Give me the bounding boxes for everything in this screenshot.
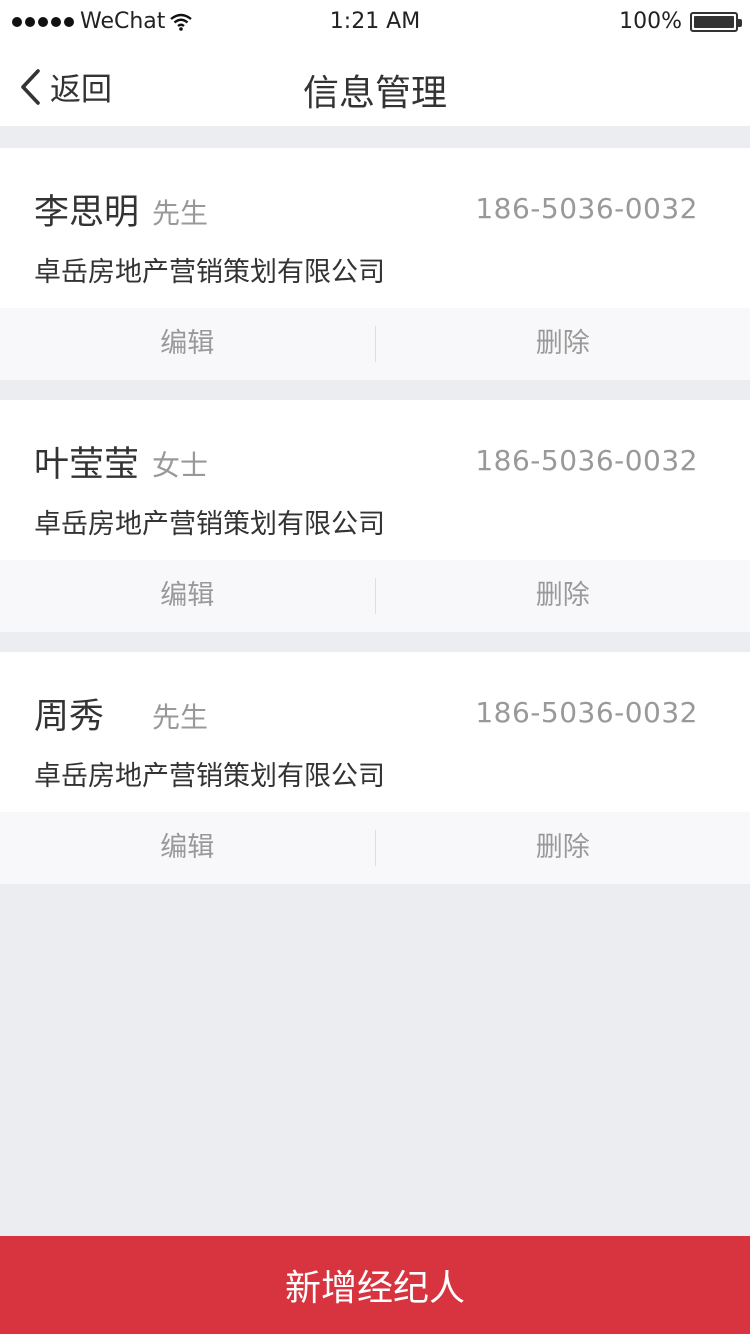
edit-button[interactable]: 编辑 xyxy=(0,812,375,884)
agent-card: 周秀 先生 186-5036-0032 卓岳房地产营销策划有限公司 编辑 删除 xyxy=(0,652,750,884)
edit-button[interactable]: 编辑 xyxy=(0,308,375,380)
agent-company: 卓岳房地产营销策划有限公司 xyxy=(34,761,385,792)
agent-card: 李思明 先生 186-5036-0032 卓岳房地产营销策划有限公司 编辑 删除 xyxy=(0,148,750,380)
status-bar-right: 100% xyxy=(619,9,742,34)
delete-button[interactable]: 删除 xyxy=(376,560,750,632)
delete-button[interactable]: 删除 xyxy=(376,308,750,380)
agent-salutation: 先生 xyxy=(152,701,209,734)
card-actions: 编辑 删除 xyxy=(0,308,750,380)
agent-name: 李思明 xyxy=(34,193,140,233)
agent-card: 叶莹莹 女士 186-5036-0032 卓岳房地产营销策划有限公司 编辑 删除 xyxy=(0,400,750,632)
agent-name: 叶莹莹 xyxy=(34,445,140,485)
battery-percent: 100% xyxy=(619,9,682,34)
back-label: 返回 xyxy=(50,72,112,108)
agent-phone: 186-5036-0032 xyxy=(475,444,698,477)
agent-phone: 186-5036-0032 xyxy=(475,192,698,225)
battery-icon xyxy=(690,11,742,32)
agent-phone: 186-5036-0032 xyxy=(475,696,698,729)
page-title: 信息管理 xyxy=(302,73,447,114)
chevron-left-icon xyxy=(21,68,40,105)
agent-company: 卓岳房地产营销策划有限公司 xyxy=(34,509,385,540)
agent-salutation: 女士 xyxy=(152,449,209,482)
nav-bar: 返回 信息管理 xyxy=(0,44,750,126)
edit-button[interactable]: 编辑 xyxy=(0,560,375,632)
agent-company: 卓岳房地产营销策划有限公司 xyxy=(34,257,385,288)
agent-name: 周秀 xyxy=(34,697,105,737)
back-button[interactable]: 返回 xyxy=(18,64,112,109)
add-agent-button[interactable]: 新增经纪人 xyxy=(0,1236,750,1334)
status-bar: WeChat 1:21 AM 100% xyxy=(0,0,750,44)
agent-salutation: 先生 xyxy=(152,197,209,230)
delete-button[interactable]: 删除 xyxy=(376,812,750,884)
card-actions: 编辑 删除 xyxy=(0,812,750,884)
card-actions: 编辑 删除 xyxy=(0,560,750,632)
